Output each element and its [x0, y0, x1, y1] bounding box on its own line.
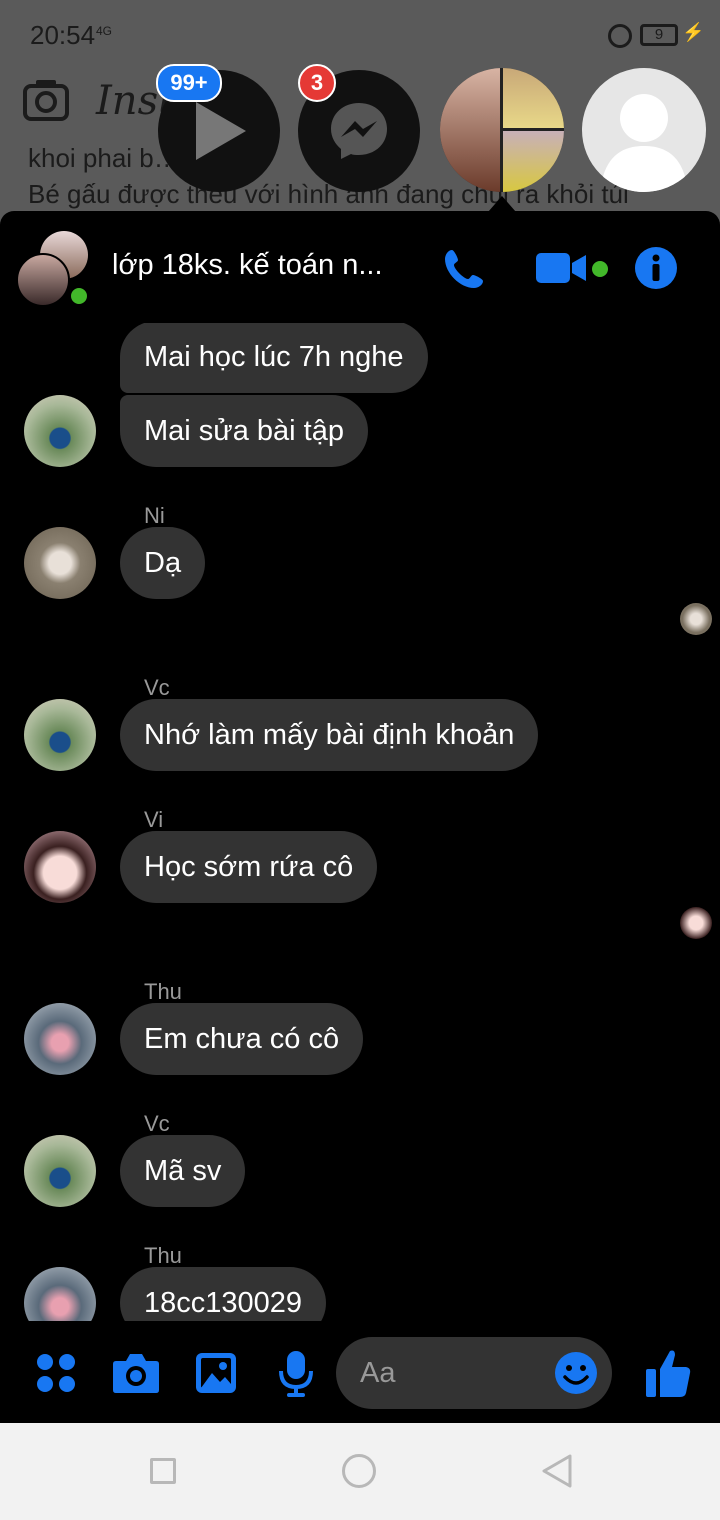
gallery-icon[interactable]	[194, 1351, 238, 1395]
phone-icon[interactable]	[442, 247, 486, 291]
message-bubble[interactable]: Mai sửa bài tập	[120, 395, 368, 467]
sender-avatar[interactable]	[24, 831, 96, 903]
messenger-icon	[331, 103, 387, 159]
chat-header: lớp 18ks. kế toán n...	[0, 211, 720, 323]
emoji-icon[interactable]	[554, 1351, 598, 1395]
sender-avatar[interactable]	[24, 1135, 96, 1207]
sender-avatar[interactable]	[24, 1267, 96, 1321]
group-avatar[interactable]	[16, 253, 70, 307]
play-icon	[196, 102, 246, 160]
message-bubble[interactable]: Học sớm rứa cô	[120, 831, 378, 903]
sender-name: Ni	[144, 503, 165, 528]
group-photo-1	[440, 68, 500, 192]
video-online-indicator	[592, 261, 608, 277]
sender-name: Thu	[144, 1243, 182, 1268]
group-photo-2	[503, 68, 564, 128]
status-bar: 20:54 4G 9 ⚡	[0, 0, 720, 72]
rotation-lock-icon	[608, 24, 632, 48]
sender-name: Vc	[144, 675, 170, 700]
read-receipt-avatar	[680, 907, 712, 939]
message-bubble[interactable]: Dạ	[120, 527, 206, 599]
recent-apps-button[interactable]	[150, 1458, 176, 1484]
online-indicator	[68, 285, 90, 307]
messenger-notification-badge: 3	[298, 64, 336, 102]
chat-window: lớp 18ks. kế toán n... Mai học lúc 7h ng…	[0, 211, 720, 1423]
charging-icon: ⚡	[682, 22, 705, 42]
message-bubble[interactable]: Em chưa có cô	[120, 1003, 364, 1075]
sender-name: Vc	[144, 1111, 170, 1136]
home-button[interactable]	[342, 1454, 376, 1488]
video-icon[interactable]	[536, 251, 588, 285]
conversation-title[interactable]: lớp 18ks. kế toán n...	[112, 249, 383, 282]
read-receipt-avatar	[680, 603, 712, 635]
sender-name: Vi	[144, 807, 164, 832]
status-time: 20:54	[30, 20, 96, 50]
network-indicator: 4G	[96, 24, 113, 38]
group-photo-3	[503, 131, 564, 192]
camera-icon[interactable]	[112, 1351, 160, 1395]
back-button[interactable]	[540, 1453, 574, 1489]
group-chat-head[interactable]	[440, 68, 564, 192]
battery-level: 9	[640, 24, 678, 46]
video-notification-badge: 99+	[156, 64, 222, 102]
microphone-icon[interactable]	[278, 1349, 314, 1397]
sender-name: Thu	[144, 979, 182, 1004]
apps-menu-icon[interactable]	[36, 1353, 76, 1393]
message-bubble[interactable]: Nhớ làm mấy bài định khoản	[120, 699, 539, 771]
message-input-placeholder: Aa	[360, 1357, 396, 1389]
chat-head-pointer	[488, 196, 516, 212]
message-composer: Aa	[0, 1321, 720, 1423]
system-navigation-bar	[0, 1423, 720, 1520]
message-input[interactable]: Aa	[336, 1337, 612, 1409]
sender-avatar[interactable]	[24, 527, 96, 599]
info-icon[interactable]	[634, 246, 678, 290]
thumbs-up-icon[interactable]	[644, 1347, 692, 1399]
default-avatar-icon	[600, 94, 688, 192]
sender-avatar[interactable]	[24, 395, 96, 467]
sender-avatar[interactable]	[24, 1003, 96, 1075]
message-bubble[interactable]: 18cc130029	[120, 1267, 327, 1321]
profile-chat-head[interactable]	[582, 68, 706, 192]
sender-avatar[interactable]	[24, 699, 96, 771]
camera-icon[interactable]	[22, 78, 70, 122]
message-bubble[interactable]: Mã sv	[120, 1135, 246, 1207]
message-list[interactable]: Mai học lúc 7h nghe Mai sửa bài tập Ni D…	[0, 323, 720, 1321]
message-bubble[interactable]: Mai học lúc 7h nghe	[120, 323, 428, 393]
